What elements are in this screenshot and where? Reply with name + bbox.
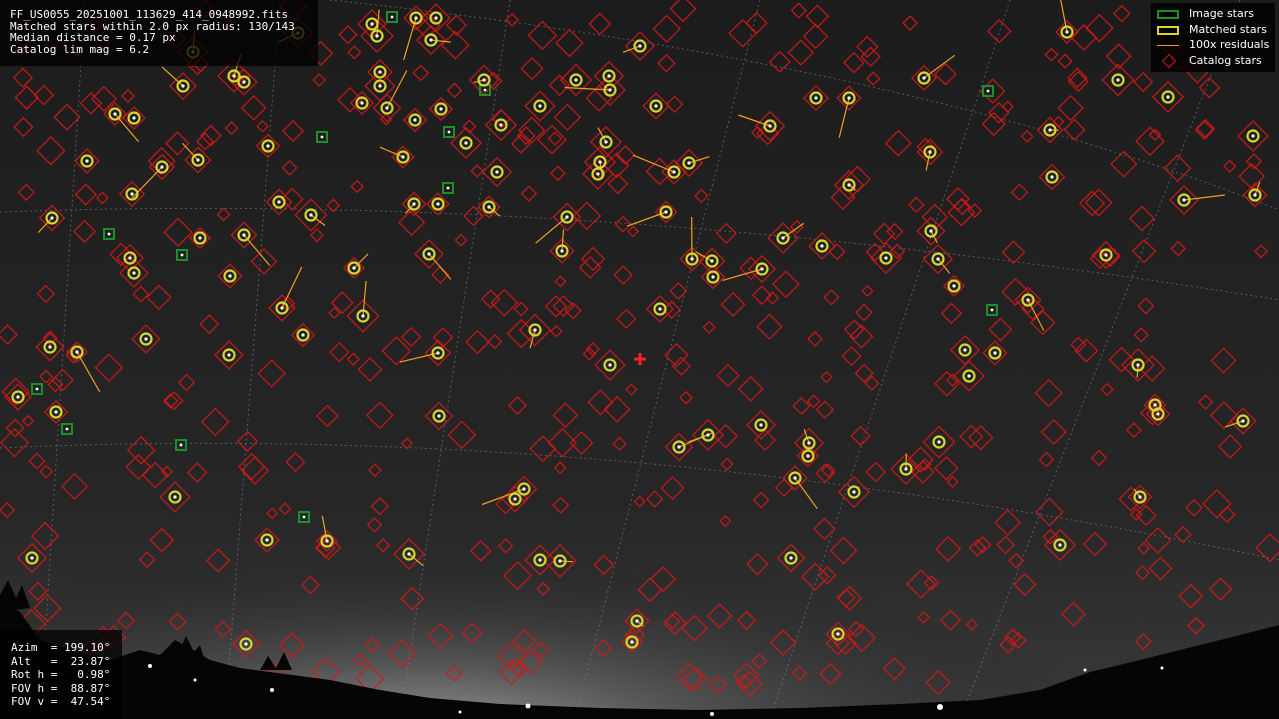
legend-image-stars: Image stars <box>1151 6 1275 22</box>
azimuth-text: Azim = 199.10° <box>11 641 111 654</box>
orange-line-icon <box>1157 41 1179 50</box>
legend-label: Catalog stars <box>1189 53 1262 67</box>
rotation-text: Rot h = 0.98° <box>11 668 111 682</box>
legend-catalog-stars: Catalog stars <box>1151 53 1275 69</box>
legend: Image stars Matched stars 100x residuals… <box>1151 3 1275 72</box>
legend-label: Matched stars <box>1189 22 1267 36</box>
legend-label: Image stars <box>1189 7 1254 20</box>
fit-info-panel: FF_US0055_20251001_113629_414_0948992.fi… <box>0 0 318 66</box>
fov-horizontal-text: FOV h = 88.87° <box>11 681 111 695</box>
fov-vertical-text: FOV v = 47.54° <box>11 695 111 709</box>
sky-image-canvas[interactable] <box>0 0 1279 719</box>
yellow-circle-icon <box>1157 25 1179 35</box>
altitude-text: Alt = 23.87° <box>11 654 111 668</box>
catalog-limit-text: Catalog lim mag = 6.2 <box>10 42 150 56</box>
legend-label: 100x residuals <box>1189 38 1270 52</box>
filename-text: FF_US0055_20251001_113629_414_0948992.fi… <box>10 8 289 21</box>
legend-matched-stars: Matched stars <box>1151 22 1275 38</box>
pointing-info-panel: Azim = 199.10° Alt = 23.87° Rot h = 0.98… <box>0 630 122 719</box>
legend-residuals: 100x residuals <box>1151 37 1275 53</box>
red-diamond-icon <box>1161 53 1177 68</box>
green-square-icon <box>1157 10 1179 19</box>
